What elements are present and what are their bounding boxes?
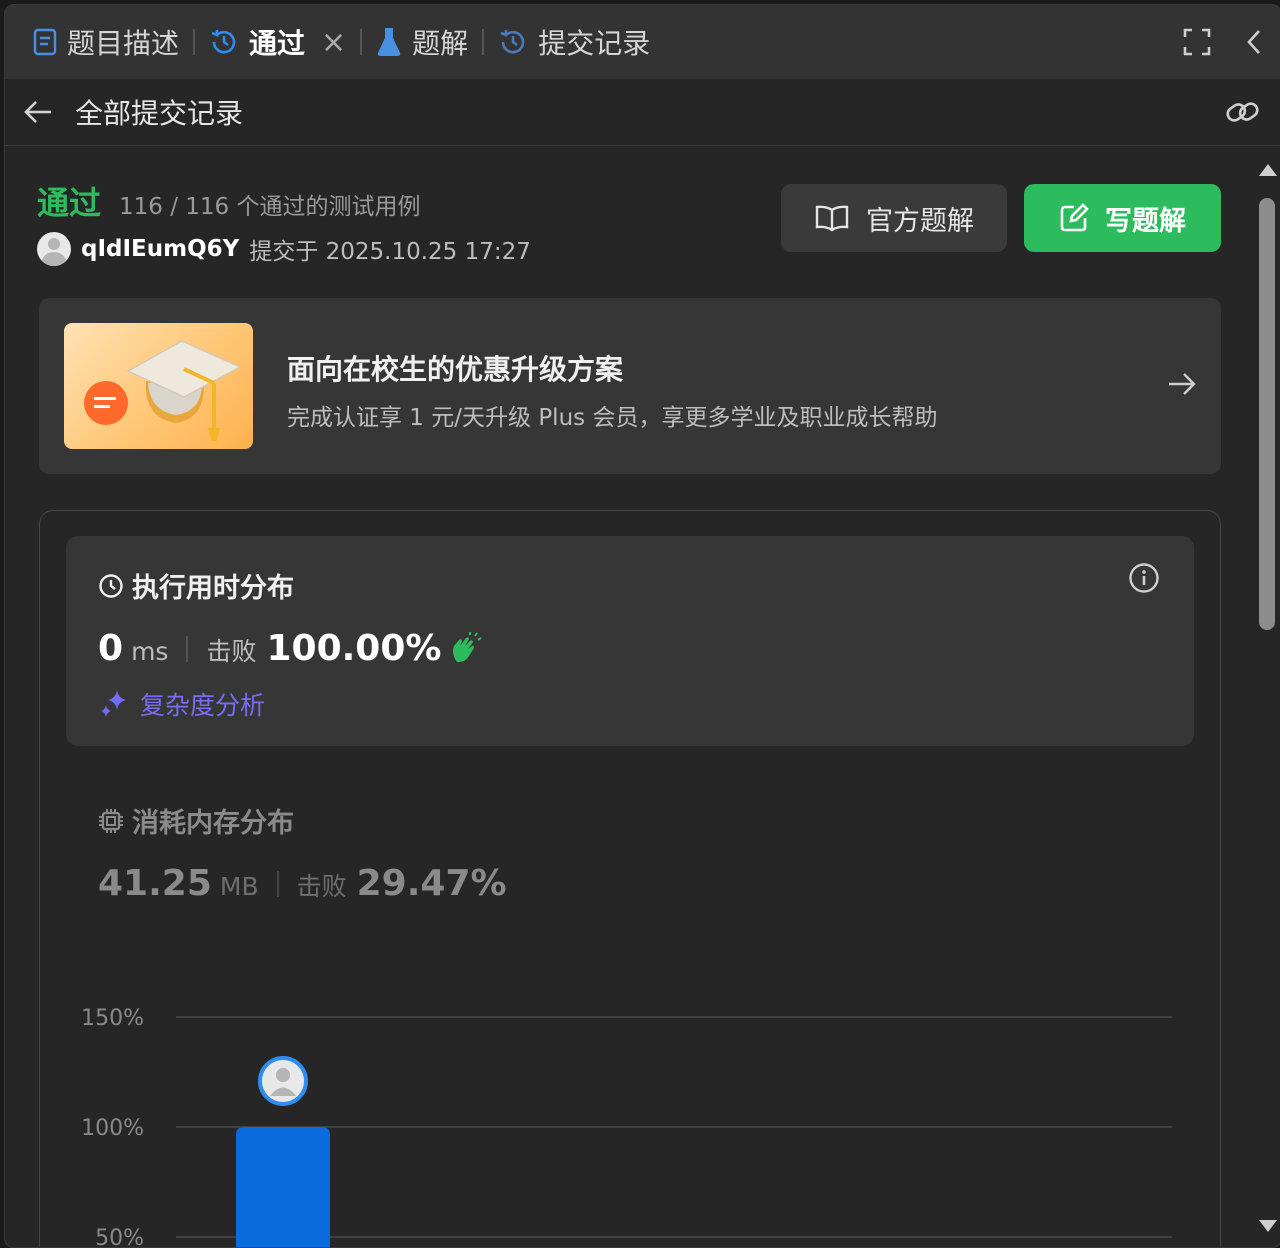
clapping-hands-icon (453, 631, 483, 662)
memory-unit: MB (219, 872, 259, 901)
document-icon (33, 28, 57, 56)
tab-submissions[interactable]: 提交记录 (484, 5, 664, 79)
sparkle-icon (101, 690, 126, 717)
distribution-bar[interactable] (236, 1127, 330, 1248)
runtime-value: 0 (98, 628, 124, 669)
scroll-up-arrow-icon[interactable] (1257, 162, 1279, 178)
user-position-avatar (258, 1056, 308, 1106)
history-icon (500, 30, 525, 54)
submitter-row: qIdIEumQ6Y 提交于 2025.10.25 17:27 (37, 232, 531, 266)
avatar[interactable] (37, 232, 71, 266)
scrollbar[interactable] (1255, 146, 1280, 1247)
complexity-label: 复杂度分析 (140, 691, 266, 720)
beat-label: 击败 (206, 637, 257, 666)
tab-bar-actions (1183, 5, 1263, 79)
submission-header: 全部提交记录 (5, 79, 1280, 146)
submission-panel: 题目描述 通过 × 题解 提交记录 全部提交记录 通过 116 / 116 个通… (4, 4, 1280, 1248)
all-submissions-title[interactable]: 全部提交记录 (75, 92, 243, 132)
stat-divider (186, 635, 189, 662)
status-accepted: 通过 (37, 184, 102, 222)
tab-description[interactable]: 题目描述 (5, 5, 193, 79)
runtime-beat-percent: 100.00% (266, 628, 442, 669)
edit-icon (1060, 203, 1089, 232)
info-icon[interactable] (1128, 562, 1160, 598)
chip-icon (99, 808, 123, 833)
clock-icon (99, 573, 123, 598)
tab-solutions[interactable]: 题解 (362, 5, 482, 79)
tab-bar: 题目描述 通过 × 题解 提交记录 (5, 5, 1280, 79)
memory-value: 41.25 (98, 863, 212, 904)
beat-label: 击败 (296, 872, 347, 901)
close-icon[interactable]: × (321, 25, 346, 60)
book-open-icon (815, 205, 849, 232)
official-solution-button[interactable]: 官方题解 (781, 184, 1007, 252)
memory-title[interactable]: 消耗内存分布 (98, 801, 294, 840)
submitted-time: 提交于 2025.10.25 17:27 (249, 239, 531, 265)
stat-divider (276, 870, 279, 897)
runtime-distribution-chart: 150% 100% 50% (81, 1006, 1172, 1248)
promo-title: 面向在校生的优惠升级方案 (287, 353, 624, 386)
scroll-down-arrow-icon[interactable] (1257, 1218, 1279, 1234)
scrollbar-thumb[interactable] (1259, 198, 1275, 630)
promo-subtitle: 完成认证享 1 元/天升级 Plus 会员，享更多学业及职业成长帮助 (287, 405, 938, 431)
runtime-stats: 0 ms 击败 100.00% (98, 628, 483, 669)
promo-banner[interactable]: 面向在校生的优惠升级方案 完成认证享 1 元/天升级 Plus 会员，享更多学业… (39, 298, 1221, 474)
arrow-right-icon[interactable] (1167, 370, 1197, 402)
runtime-panel[interactable]: 执行用时分布 0 ms 击败 100.00% 复杂度分析 (66, 536, 1194, 746)
flask-icon (377, 28, 401, 56)
memory-stats: 41.25 MB 击败 29.47% (98, 863, 507, 904)
performance-card: 执行用时分布 0 ms 击败 100.00% 复杂度分析 消耗内存分布 41.2… (39, 510, 1221, 1248)
tab-label: 题解 (412, 27, 469, 60)
testcase-count: 116 / 116 个通过的测试用例 (119, 194, 421, 220)
back-arrow-icon[interactable] (23, 99, 53, 125)
tab-label: 通过 (249, 27, 306, 60)
tab-label: 提交记录 (538, 27, 651, 60)
fullscreen-icon[interactable] (1183, 28, 1211, 56)
runtime-unit: ms (131, 637, 169, 666)
y-tick-label: 50% (95, 1226, 144, 1248)
write-solution-label: 写题解 (1105, 205, 1186, 237)
y-tick-label: 150% (81, 1006, 144, 1031)
status-row: 通过 116 / 116 个通过的测试用例 (37, 178, 421, 224)
collapse-chevron-icon[interactable] (1245, 28, 1263, 56)
runtime-title: 执行用时分布 (98, 566, 294, 605)
graduation-cap-illustration (64, 323, 253, 449)
complexity-analysis-link[interactable]: 复杂度分析 (98, 686, 265, 722)
link-icon[interactable] (1225, 97, 1261, 131)
username[interactable]: qIdIEumQ6Y (81, 236, 239, 262)
memory-beat-percent: 29.47% (356, 863, 507, 904)
tab-label: 题目描述 (67, 27, 180, 60)
runtime-title-label: 执行用时分布 (132, 573, 294, 604)
official-solution-label: 官方题解 (866, 205, 974, 237)
memory-title-label: 消耗内存分布 (132, 808, 294, 839)
tab-accepted[interactable]: 通过 × (195, 5, 360, 79)
y-tick-label: 100% (81, 1116, 144, 1141)
write-solution-button[interactable]: 写题解 (1024, 184, 1221, 252)
history-icon (211, 30, 236, 54)
submission-detail: 通过 116 / 116 个通过的测试用例 qIdIEumQ6Y 提交于 202… (5, 146, 1255, 1248)
